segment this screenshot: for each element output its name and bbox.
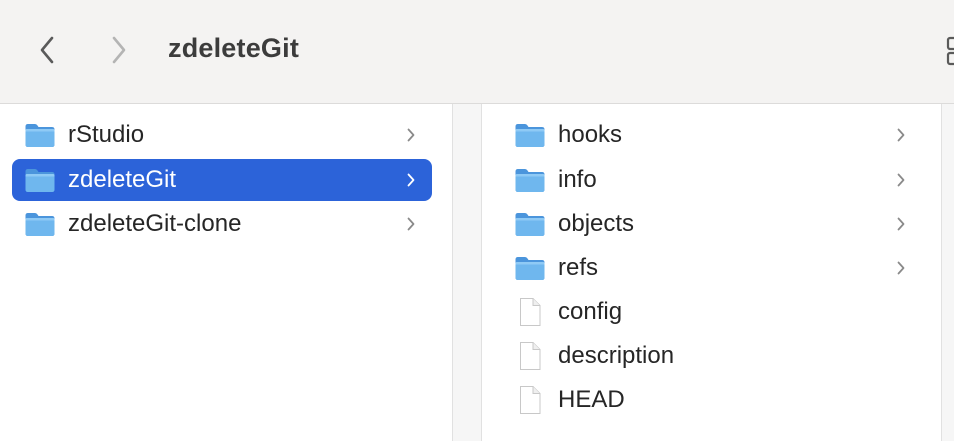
item-label: HEAD [558,386,625,413]
folder-icon [514,121,546,149]
file-icon [514,298,546,326]
finder-window: zdeleteGit rStudio zdeleteGit zdeleteGit… [0,0,954,441]
list-item-rstudio[interactable]: rStudio [12,114,432,156]
chevron-right-icon [894,258,908,278]
toolbar: zdeleteGit [0,0,954,104]
folder-icon [514,254,546,282]
list-item-objects[interactable]: objects [502,203,922,245]
list-item-hooks[interactable]: hooks [502,114,922,156]
item-label: zdeleteGit-clone [68,210,242,237]
chevron-right-icon [404,170,418,190]
chevron-right-icon [894,170,908,190]
list-item-zdeletegit[interactable]: zdeleteGit [12,159,432,201]
grid-view-icon [946,36,954,66]
forward-button[interactable] [104,32,134,68]
list-item-description[interactable]: description [502,335,922,377]
column-parent: rStudio zdeleteGit zdeleteGit-clone [0,104,453,441]
file-icon [514,386,546,414]
column-next [942,104,954,441]
item-label: zdeleteGit [68,166,177,193]
column-contents: hooks info objects refs config descripti… [482,104,942,441]
list-item-info[interactable]: info [502,159,922,201]
item-label: config [558,298,623,325]
folder-icon [24,121,56,149]
list-item-refs[interactable]: refs [502,247,922,289]
chevron-left-icon [40,36,54,64]
chevron-right-icon [404,214,418,234]
chevron-right-icon [894,125,908,145]
item-label: hooks [558,121,623,148]
list-item-zdeletegit-clone[interactable]: zdeleteGit-clone [12,203,432,245]
folder-icon [514,210,546,238]
chevron-right-icon [404,125,418,145]
list-item-head[interactable]: HEAD [502,379,922,421]
folder-icon [24,166,56,194]
folder-icon [24,210,56,238]
folder-icon [514,166,546,194]
item-label: refs [558,254,599,281]
item-label: objects [558,210,635,237]
item-label: rStudio [68,121,145,148]
view-mode-button[interactable] [945,36,954,66]
item-label: info [558,166,597,193]
file-icon [514,342,546,370]
back-button[interactable] [32,32,62,68]
item-label: description [558,342,675,369]
window-title: zdeleteGit [168,33,300,63]
list-item-config[interactable]: config [502,291,922,333]
column-divider[interactable] [453,104,482,441]
chevron-right-icon [112,36,126,64]
chevron-right-icon [894,214,908,234]
